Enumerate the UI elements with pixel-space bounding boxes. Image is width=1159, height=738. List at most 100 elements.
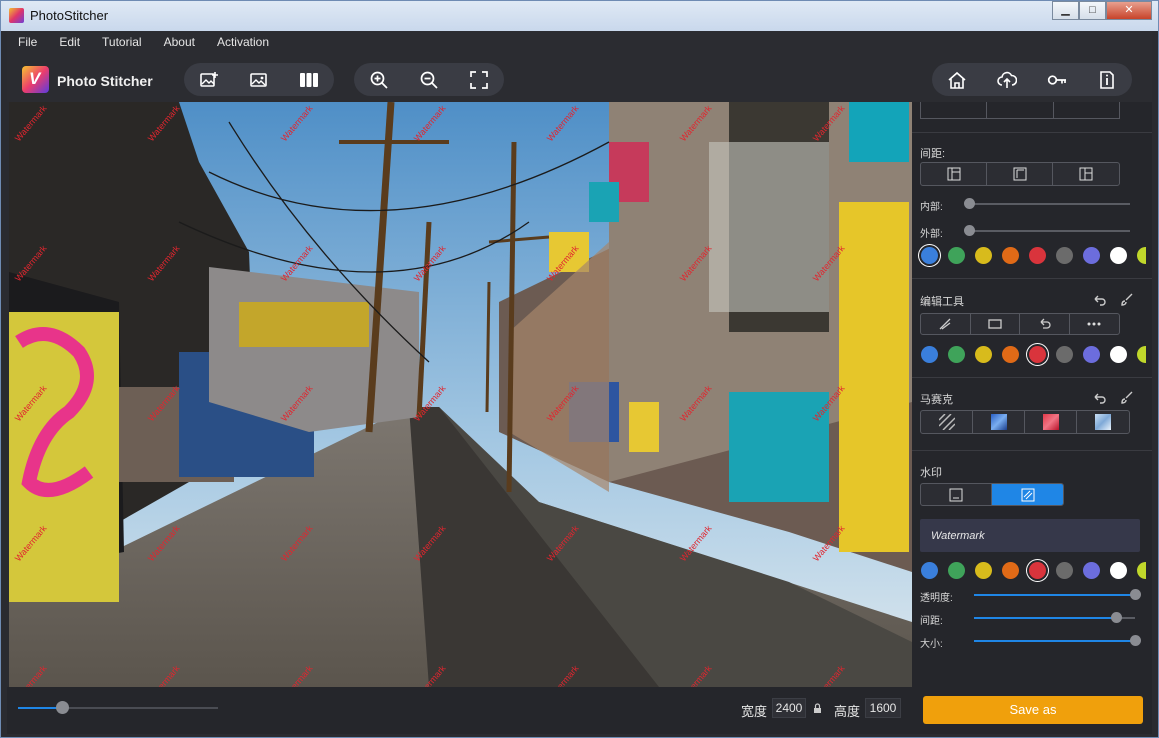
color-swatch[interactable]: [921, 247, 938, 264]
layout-option-1[interactable]: [921, 163, 987, 185]
pen-icon: [939, 318, 951, 330]
pen-tool[interactable]: [921, 314, 971, 334]
photo-canvas[interactable]: Watermark Watermark Watermark Watermark Wate…: [9, 102, 912, 687]
color-swatch[interactable]: [1029, 247, 1046, 264]
mosaic-red[interactable]: [1025, 411, 1077, 433]
menu-about[interactable]: About: [153, 35, 206, 49]
menu-tutorial[interactable]: Tutorial: [91, 35, 153, 49]
layout-3-icon: [1079, 167, 1093, 181]
arrow-tool[interactable]: [1020, 314, 1070, 334]
watermark-mode-group: [920, 483, 1064, 506]
minimize-button[interactable]: ▁: [1052, 1, 1079, 20]
menu-activation[interactable]: Activation: [206, 35, 280, 49]
save-as-button[interactable]: Save as: [923, 696, 1143, 724]
watermark-color-swatches: [921, 562, 1146, 579]
app-name: Photo Stitcher: [57, 73, 153, 89]
brush-icon[interactable]: [1120, 292, 1134, 306]
color-swatch[interactable]: [948, 562, 965, 579]
home-icon[interactable]: [932, 63, 982, 96]
color-swatch[interactable]: [1137, 247, 1146, 264]
color-swatch[interactable]: [975, 346, 992, 363]
watermark-section-label: 水印: [920, 467, 942, 479]
spacing-section-label: 间距:: [920, 148, 946, 160]
size-slider[interactable]: 大小:: [920, 633, 1145, 650]
zoom-in-icon[interactable]: [354, 63, 404, 96]
watermark-text-input[interactable]: Watermark: [920, 519, 1140, 552]
color-swatch[interactable]: [948, 346, 965, 363]
watermark-spacing-knob[interactable]: [1110, 612, 1122, 623]
color-swatch[interactable]: [1029, 562, 1046, 579]
outer-spacing-knob[interactable]: [964, 225, 975, 236]
zoom-out-icon[interactable]: [404, 63, 454, 96]
menu-file[interactable]: File: [7, 35, 48, 49]
app-window: PhotoStitcher ▁ □ ✕ File Edit Tutorial A…: [0, 0, 1159, 738]
settings-panel: 间距: 内部: 外部: 编辑工具 马赛克 水印 Watermark 透明度: 间…: [912, 102, 1152, 687]
mosaic-blue[interactable]: [973, 411, 1025, 433]
add-image-icon[interactable]: [184, 63, 234, 96]
color-swatch[interactable]: [1083, 346, 1100, 363]
color-swatch[interactable]: [1110, 346, 1127, 363]
inner-spacing-label: 内部:: [920, 202, 943, 213]
rectangle-tool[interactable]: [971, 314, 1020, 334]
key-icon[interactable]: [1032, 63, 1082, 96]
window-title: PhotoStitcher: [30, 8, 109, 23]
width-label: 宽度: [741, 704, 768, 719]
curved-arrow-icon: [1040, 318, 1051, 329]
color-swatch[interactable]: [1056, 247, 1073, 264]
menu-edit[interactable]: Edit: [48, 35, 91, 49]
fit-screen-icon[interactable]: [454, 63, 504, 96]
color-swatch[interactable]: [975, 247, 992, 264]
mosaic-stripes[interactable]: [921, 411, 973, 433]
toolbar: Photo Stitcher: [7, 53, 1152, 102]
color-swatch[interactable]: [1002, 247, 1019, 264]
color-swatch[interactable]: [948, 247, 965, 264]
color-swatch[interactable]: [1137, 562, 1146, 579]
app-logo: [22, 66, 49, 93]
layout-option-2[interactable]: [987, 163, 1053, 185]
color-swatch[interactable]: [921, 346, 938, 363]
color-swatch[interactable]: [1083, 247, 1100, 264]
color-swatch[interactable]: [1110, 562, 1127, 579]
layout-option-3[interactable]: [1053, 163, 1119, 185]
color-swatch[interactable]: [1029, 346, 1046, 363]
watermark-spacing-label: 间距:: [920, 616, 943, 627]
upload-icon[interactable]: [982, 63, 1032, 96]
opacity-knob[interactable]: [1130, 589, 1141, 600]
color-swatch[interactable]: [1002, 346, 1019, 363]
opacity-slider[interactable]: 透明度:: [920, 587, 1145, 604]
size-knob[interactable]: [1130, 635, 1141, 646]
edit-color-swatches: [921, 346, 1146, 363]
more-icon: [1087, 322, 1101, 326]
alignment-buttons[interactable]: [920, 102, 1120, 119]
watermark-tiled[interactable]: [992, 484, 1063, 505]
color-swatch[interactable]: [1137, 346, 1146, 363]
inner-spacing-knob[interactable]: [964, 198, 975, 209]
layout-2-icon: [1013, 167, 1026, 181]
color-swatch[interactable]: [1110, 247, 1127, 264]
width-input[interactable]: 2400: [772, 698, 806, 718]
undo-icon[interactable]: [1092, 293, 1106, 307]
close-button[interactable]: ✕: [1106, 1, 1152, 20]
single-watermark-icon: [949, 488, 963, 501]
zoom-slider-knob[interactable]: [56, 701, 69, 714]
color-swatch[interactable]: [975, 562, 992, 579]
color-swatch[interactable]: [1056, 562, 1073, 579]
mosaic-undo-icon[interactable]: [1092, 391, 1106, 405]
color-swatch[interactable]: [1056, 346, 1073, 363]
inner-spacing-slider[interactable]: 内部:: [920, 196, 1145, 213]
mosaic-brush-icon[interactable]: [1120, 390, 1134, 404]
watermark-spacing-slider[interactable]: 间距:: [920, 610, 1145, 627]
watermark-single[interactable]: [921, 484, 992, 505]
color-swatch[interactable]: [1083, 562, 1100, 579]
more-tools[interactable]: [1070, 314, 1120, 334]
height-input[interactable]: 1600: [865, 698, 901, 718]
mosaic-light[interactable]: [1077, 411, 1129, 433]
replace-image-icon[interactable]: [234, 63, 284, 96]
lock-icon[interactable]: [813, 703, 822, 714]
maximize-button[interactable]: □: [1079, 1, 1106, 20]
info-icon[interactable]: [1082, 63, 1132, 96]
columns-layout-icon[interactable]: [284, 63, 334, 96]
outer-spacing-slider[interactable]: 外部:: [920, 223, 1145, 240]
color-swatch[interactable]: [921, 562, 938, 579]
color-swatch[interactable]: [1002, 562, 1019, 579]
